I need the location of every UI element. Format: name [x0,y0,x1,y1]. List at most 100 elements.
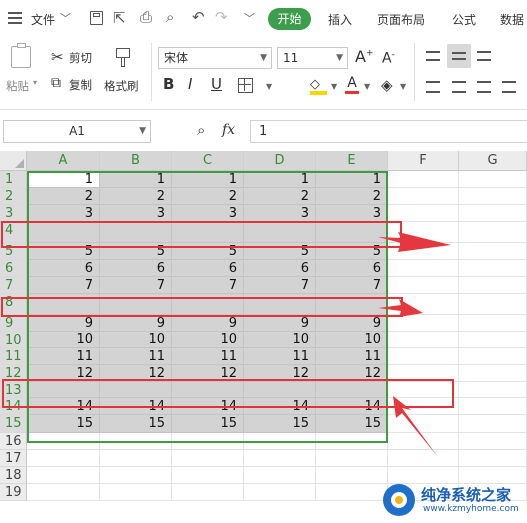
cell-g10[interactable] [459,332,527,348]
cell-b8[interactable] [100,294,172,315]
cell-g15[interactable] [459,415,527,433]
cell-a7[interactable]: 7 [27,277,100,294]
cell-g4[interactable] [459,222,527,243]
row-header-6[interactable]: 6 [0,260,27,277]
paste-icon[interactable] [11,43,31,68]
paste-button[interactable]: 粘贴 [6,78,29,94]
row-header-11[interactable]: 11 [0,348,27,365]
cell-c8[interactable] [172,294,244,315]
cell-g2[interactable] [459,188,527,205]
font-color-icon[interactable]: A [345,76,359,96]
name-box[interactable]: A1 ▼ [3,120,151,143]
cell-b14[interactable]: 14 [100,398,172,415]
cell-e5[interactable]: 5 [316,243,388,260]
cell-c5[interactable]: 5 [172,243,244,260]
decrease-font-icon[interactable]: A- [382,51,395,66]
chevron-down-icon[interactable]: ▼ [266,82,272,91]
chevron-down-icon[interactable]: ▾ [33,78,37,87]
cell-b13[interactable] [100,382,172,398]
tab-formulas[interactable]: 公式 [452,11,476,28]
cell-f14[interactable] [388,398,459,415]
row-header-7[interactable]: 7 [0,277,27,294]
cell-a16[interactable] [27,433,100,450]
cell-a9[interactable]: 9 [27,315,100,332]
cell-c7[interactable]: 7 [172,277,244,294]
increase-font-icon[interactable]: A+ [355,49,374,65]
fx-icon[interactable]: fx [222,122,235,138]
cell-c18[interactable] [172,467,244,484]
cell-b3[interactable]: 3 [100,205,172,222]
column-header-f[interactable]: F [388,151,459,171]
cell-g13[interactable] [459,382,527,398]
save-icon[interactable] [90,11,103,25]
row-header-13[interactable]: 13 [0,382,27,398]
row-header-19[interactable]: 19 [0,484,27,501]
cell-c11[interactable]: 11 [172,348,244,365]
cell-g7[interactable] [459,277,527,294]
cell-b6[interactable]: 6 [100,260,172,277]
select-all-corner[interactable] [0,151,27,171]
cell-d17[interactable] [244,450,316,467]
tab-data[interactable]: 数据 [500,11,524,28]
cell-f17[interactable] [388,450,459,467]
cell-b16[interactable] [100,433,172,450]
cell-d8[interactable] [244,294,316,315]
underline-icon[interactable]: U [211,77,222,92]
copy-icon[interactable]: ⧉ [51,76,61,90]
cell-a6[interactable]: 6 [27,260,100,277]
cell-g8[interactable] [459,294,527,315]
cell-e19[interactable] [316,484,388,501]
row-header-1[interactable]: 1 [0,171,27,188]
cell-b4[interactable] [100,222,172,243]
row-header-17[interactable]: 17 [0,450,27,467]
cell-f13[interactable] [388,382,459,398]
border-icon[interactable] [238,78,253,93]
cell-a15[interactable]: 15 [27,415,100,433]
cell-g11[interactable] [459,348,527,365]
cell-a12[interactable]: 12 [27,365,100,382]
align-bottom-icon[interactable] [477,51,491,61]
cell-g9[interactable] [459,315,527,332]
tab-home[interactable]: 开始 [268,8,311,30]
cell-b12[interactable]: 12 [100,365,172,382]
cell-b19[interactable] [100,484,172,501]
cell-f1[interactable] [388,171,459,188]
cell-c17[interactable] [172,450,244,467]
cell-d1[interactable]: 1 [244,171,316,188]
cell-a1[interactable]: 1 [27,171,100,188]
cell-c4[interactable] [172,222,244,243]
column-header-c[interactable]: C [172,151,244,171]
cell-d15[interactable]: 15 [244,415,316,433]
row-header-2[interactable]: 2 [0,188,27,205]
cell-g17[interactable] [459,450,527,467]
row-header-15[interactable]: 15 [0,415,27,433]
cell-e1[interactable]: 1 [316,171,388,188]
cell-b11[interactable]: 11 [100,348,172,365]
chevron-down-icon[interactable]: ▼ [400,82,406,91]
cell-e3[interactable]: 3 [316,205,388,222]
italic-icon[interactable]: I [188,77,192,92]
cell-d19[interactable] [244,484,316,501]
copy-button[interactable]: 复制 [69,77,92,93]
cell-c14[interactable]: 14 [172,398,244,415]
cell-e15[interactable]: 15 [316,415,388,433]
cell-a3[interactable]: 3 [27,205,100,222]
column-header-g[interactable]: G [459,151,527,171]
column-header-e[interactable]: E [316,151,388,171]
tab-page-layout[interactable]: 页面布局 [377,11,425,28]
cell-b15[interactable]: 15 [100,415,172,433]
cell-f6[interactable] [388,260,459,277]
tab-insert[interactable]: 插入 [328,11,352,28]
cell-f12[interactable] [388,365,459,382]
chevron-down-icon[interactable]: ﹀ [60,10,71,26]
formula-input[interactable]: 1 [250,120,527,143]
row-header-16[interactable]: 16 [0,433,27,450]
spreadsheet-grid[interactable]: ABCDEFG 1 2 3 4 5 6 7 8 9 10 11 12 13 14 15 16 17 18 19 11… [0,151,527,523]
cell-e7[interactable]: 7 [316,277,388,294]
cell-c15[interactable]: 15 [172,415,244,433]
cell-e10[interactable]: 10 [316,332,388,348]
chevron-down-icon[interactable]: ▼ [331,82,337,91]
print-icon[interactable]: ⎙ [140,8,152,26]
cell-g16[interactable] [459,433,527,450]
cell-d11[interactable]: 11 [244,348,316,365]
